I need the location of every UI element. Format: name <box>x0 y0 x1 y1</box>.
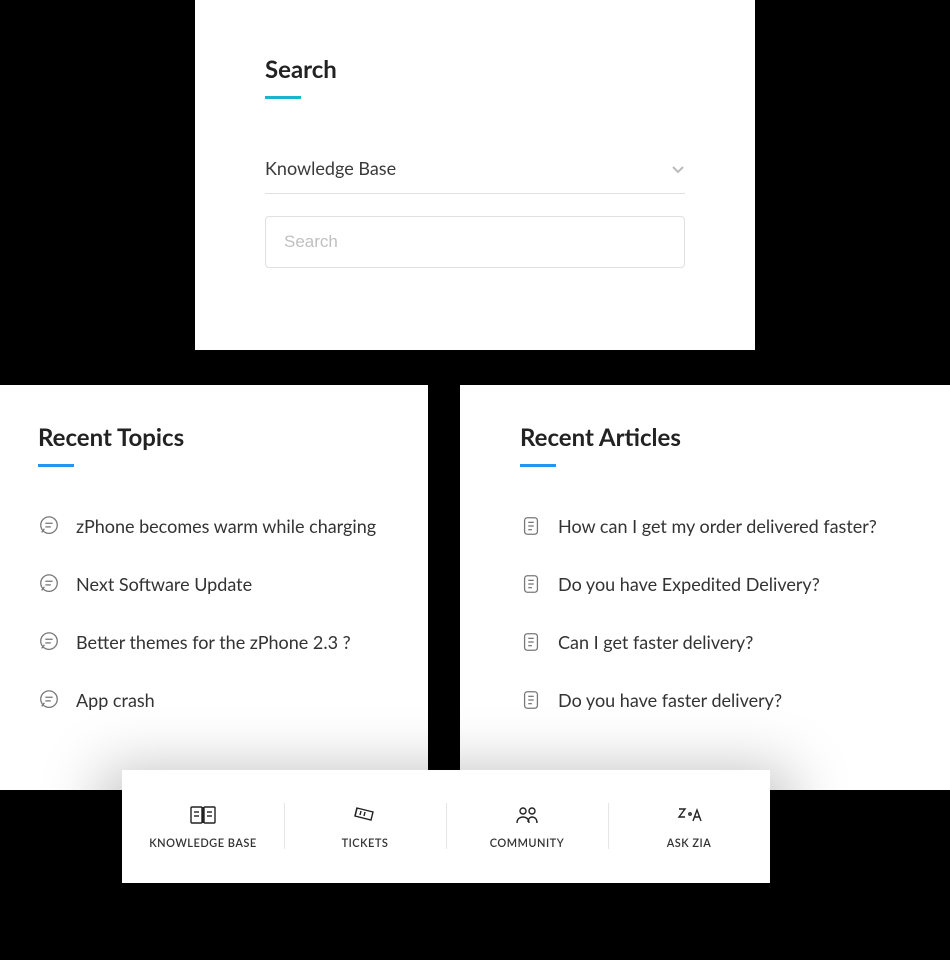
article-label: Do you have Expedited Delivery? <box>558 573 820 595</box>
list-item[interactable]: App crash <box>38 689 390 711</box>
article-icon <box>520 515 542 537</box>
topic-label: Next Software Update <box>76 573 252 595</box>
nav-item-community[interactable]: COMMUNITY <box>446 770 608 883</box>
nav-label: KNOWLEDGE BASE <box>149 837 256 850</box>
list-item[interactable]: zPhone becomes warm while charging <box>38 515 390 537</box>
list-item[interactable]: Do you have faster delivery? <box>520 689 912 711</box>
search-scope-label: Knowledge Base <box>265 157 396 179</box>
nav-item-tickets[interactable]: TICKETS <box>284 770 446 883</box>
chevron-down-icon <box>671 161 685 175</box>
book-icon <box>189 803 217 827</box>
article-label: Can I get faster delivery? <box>558 631 753 653</box>
recent-articles-card: Recent Articles How can I get my order d… <box>460 385 950 790</box>
article-icon <box>520 631 542 653</box>
recent-articles-title: Recent Articles <box>520 423 912 452</box>
topic-label: zPhone becomes warm while charging <box>76 515 376 537</box>
topic-label: Better themes for the zPhone 2.3 ? <box>76 631 351 653</box>
chat-icon <box>38 631 60 653</box>
nav-item-ask-zia[interactable]: ASK ZIA <box>608 770 770 883</box>
chat-icon <box>38 515 60 537</box>
nav-label: TICKETS <box>342 837 389 850</box>
article-icon <box>520 689 542 711</box>
article-label: How can I get my order delivered faster? <box>558 515 877 537</box>
title-underline <box>38 464 74 467</box>
nav-bar: KNOWLEDGE BASE TICKETS COMMUNITY ASK ZIA <box>122 770 770 883</box>
list-item[interactable]: Better themes for the zPhone 2.3 ? <box>38 631 390 653</box>
title-underline <box>265 96 301 99</box>
article-icon <box>520 573 542 595</box>
list-item[interactable]: How can I get my order delivered faster? <box>520 515 912 537</box>
chat-icon <box>38 573 60 595</box>
list-item[interactable]: Do you have Expedited Delivery? <box>520 573 912 595</box>
search-scope-select[interactable]: Knowledge Base <box>265 157 685 194</box>
chat-icon <box>38 689 60 711</box>
search-input[interactable] <box>265 216 685 268</box>
ticket-icon <box>351 803 379 827</box>
community-icon <box>513 803 541 827</box>
nav-item-knowledge-base[interactable]: KNOWLEDGE BASE <box>122 770 284 883</box>
zia-icon <box>675 803 703 827</box>
article-label: Do you have faster delivery? <box>558 689 782 711</box>
nav-label: COMMUNITY <box>490 837 564 850</box>
recent-articles-list: How can I get my order delivered faster?… <box>520 515 912 711</box>
recent-topics-title: Recent Topics <box>38 423 390 452</box>
topic-label: App crash <box>76 689 155 711</box>
nav-label: ASK ZIA <box>667 837 712 850</box>
list-item[interactable]: Next Software Update <box>38 573 390 595</box>
search-title: Search <box>265 55 685 84</box>
list-item[interactable]: Can I get faster delivery? <box>520 631 912 653</box>
recent-topics-card: Recent Topics zPhone becomes warm while … <box>0 385 428 790</box>
recent-topics-list: zPhone becomes warm while charging Next … <box>38 515 390 711</box>
title-underline <box>520 464 556 467</box>
search-card: Search Knowledge Base <box>195 0 755 350</box>
